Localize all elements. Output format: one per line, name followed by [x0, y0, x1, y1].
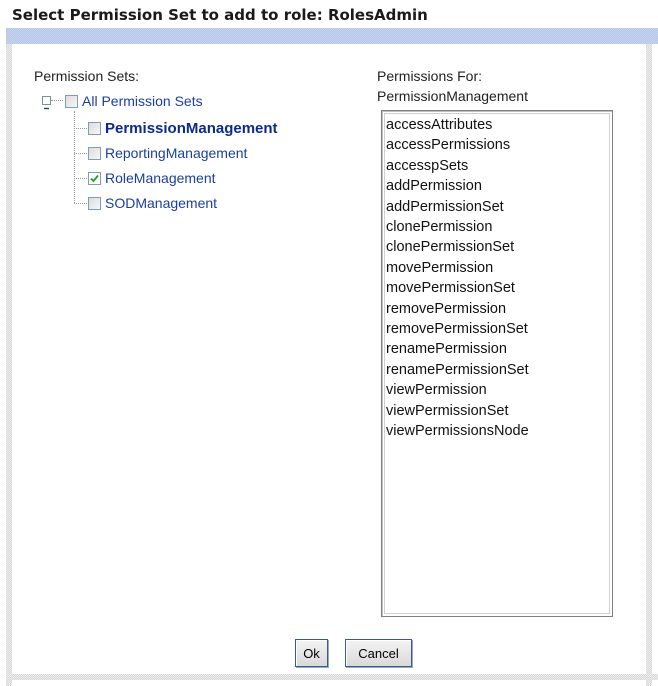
permission-list-item[interactable]: accessPermissions: [386, 135, 529, 155]
tree-node-label[interactable]: ReportingManagement: [105, 145, 247, 161]
tree-root-all-permission-sets[interactable]: All Permission Sets: [65, 91, 203, 111]
permission-list-item[interactable]: clonePermissionSet: [386, 237, 529, 257]
tree-connector-vertical: [74, 111, 75, 203]
permissions-list[interactable]: accessAttributes accessPermissions accessp…: [386, 115, 529, 442]
checkbox[interactable]: [88, 196, 101, 210]
dialog-frame-bottom: [6, 674, 658, 680]
tree-connector: [74, 128, 87, 129]
permission-list-item[interactable]: renamePermissionSet: [386, 360, 529, 380]
permission-sets-label: Permission Sets:: [34, 68, 140, 84]
tree-node-label[interactable]: RoleManagement: [105, 170, 216, 186]
dialog-frame-right: [646, 44, 652, 686]
tree-node-label[interactable]: PermissionManagement: [105, 120, 278, 137]
dialog-title-band: Select Permission Set to add to role: Ro…: [6, 0, 658, 28]
permission-list-item[interactable]: addPermission: [386, 176, 529, 196]
tree-connector: [74, 178, 87, 179]
permissions-for-label: Permissions For:: [377, 68, 483, 84]
dialog-title: Select Permission Set to add to role: Ro…: [12, 6, 428, 24]
permission-set-dialog: Select Permission Set to add to role: Ro…: [0, 0, 658, 686]
checkbox[interactable]: [88, 121, 101, 135]
tree-connector: [51, 100, 63, 101]
permissions-listbox[interactable]: accessAttributes accessPermissions accessp…: [381, 110, 613, 617]
dialog-frame-left: [6, 44, 12, 686]
permission-list-item[interactable]: addPermissionSet: [386, 197, 529, 217]
cancel-button[interactable]: Cancel: [345, 639, 412, 667]
permission-list-item[interactable]: accesspSets: [386, 156, 529, 176]
tree-node-label[interactable]: SODManagement: [105, 195, 217, 211]
tree-node-reporting-management[interactable]: ReportingManagement: [88, 143, 247, 163]
permission-list-item[interactable]: movePermissionSet: [386, 278, 529, 298]
permission-list-item[interactable]: renamePermission: [386, 339, 529, 359]
permission-list-item[interactable]: removePermission: [386, 299, 529, 319]
permissions-for-set-name: PermissionManagement: [377, 88, 528, 104]
permission-list-item[interactable]: viewPermissionsNode: [386, 421, 529, 441]
check-icon: [90, 174, 99, 182]
permission-list-item[interactable]: movePermission: [386, 258, 529, 278]
permission-list-item[interactable]: viewPermission: [386, 380, 529, 400]
tree-node-role-management[interactable]: RoleManagement: [88, 168, 216, 188]
checkbox[interactable]: [88, 146, 101, 160]
ok-button[interactable]: Ok: [295, 639, 328, 667]
checkbox[interactable]: [65, 94, 78, 108]
checkbox-checked[interactable]: [88, 171, 101, 185]
permission-list-item[interactable]: clonePermission: [386, 217, 529, 237]
tree-node-permission-management[interactable]: PermissionManagement: [88, 118, 278, 138]
minus-icon[interactable]: [42, 96, 51, 110]
tree-connector: [74, 153, 87, 154]
tree-node-label[interactable]: All Permission Sets: [82, 93, 203, 109]
tree-node-sod-management[interactable]: SODManagement: [88, 193, 217, 213]
permission-list-item[interactable]: accessAttributes: [386, 115, 529, 135]
permission-list-item[interactable]: removePermissionSet: [386, 319, 529, 339]
tree-connector: [74, 203, 87, 204]
permission-list-item[interactable]: viewPermissionSet: [386, 401, 529, 421]
